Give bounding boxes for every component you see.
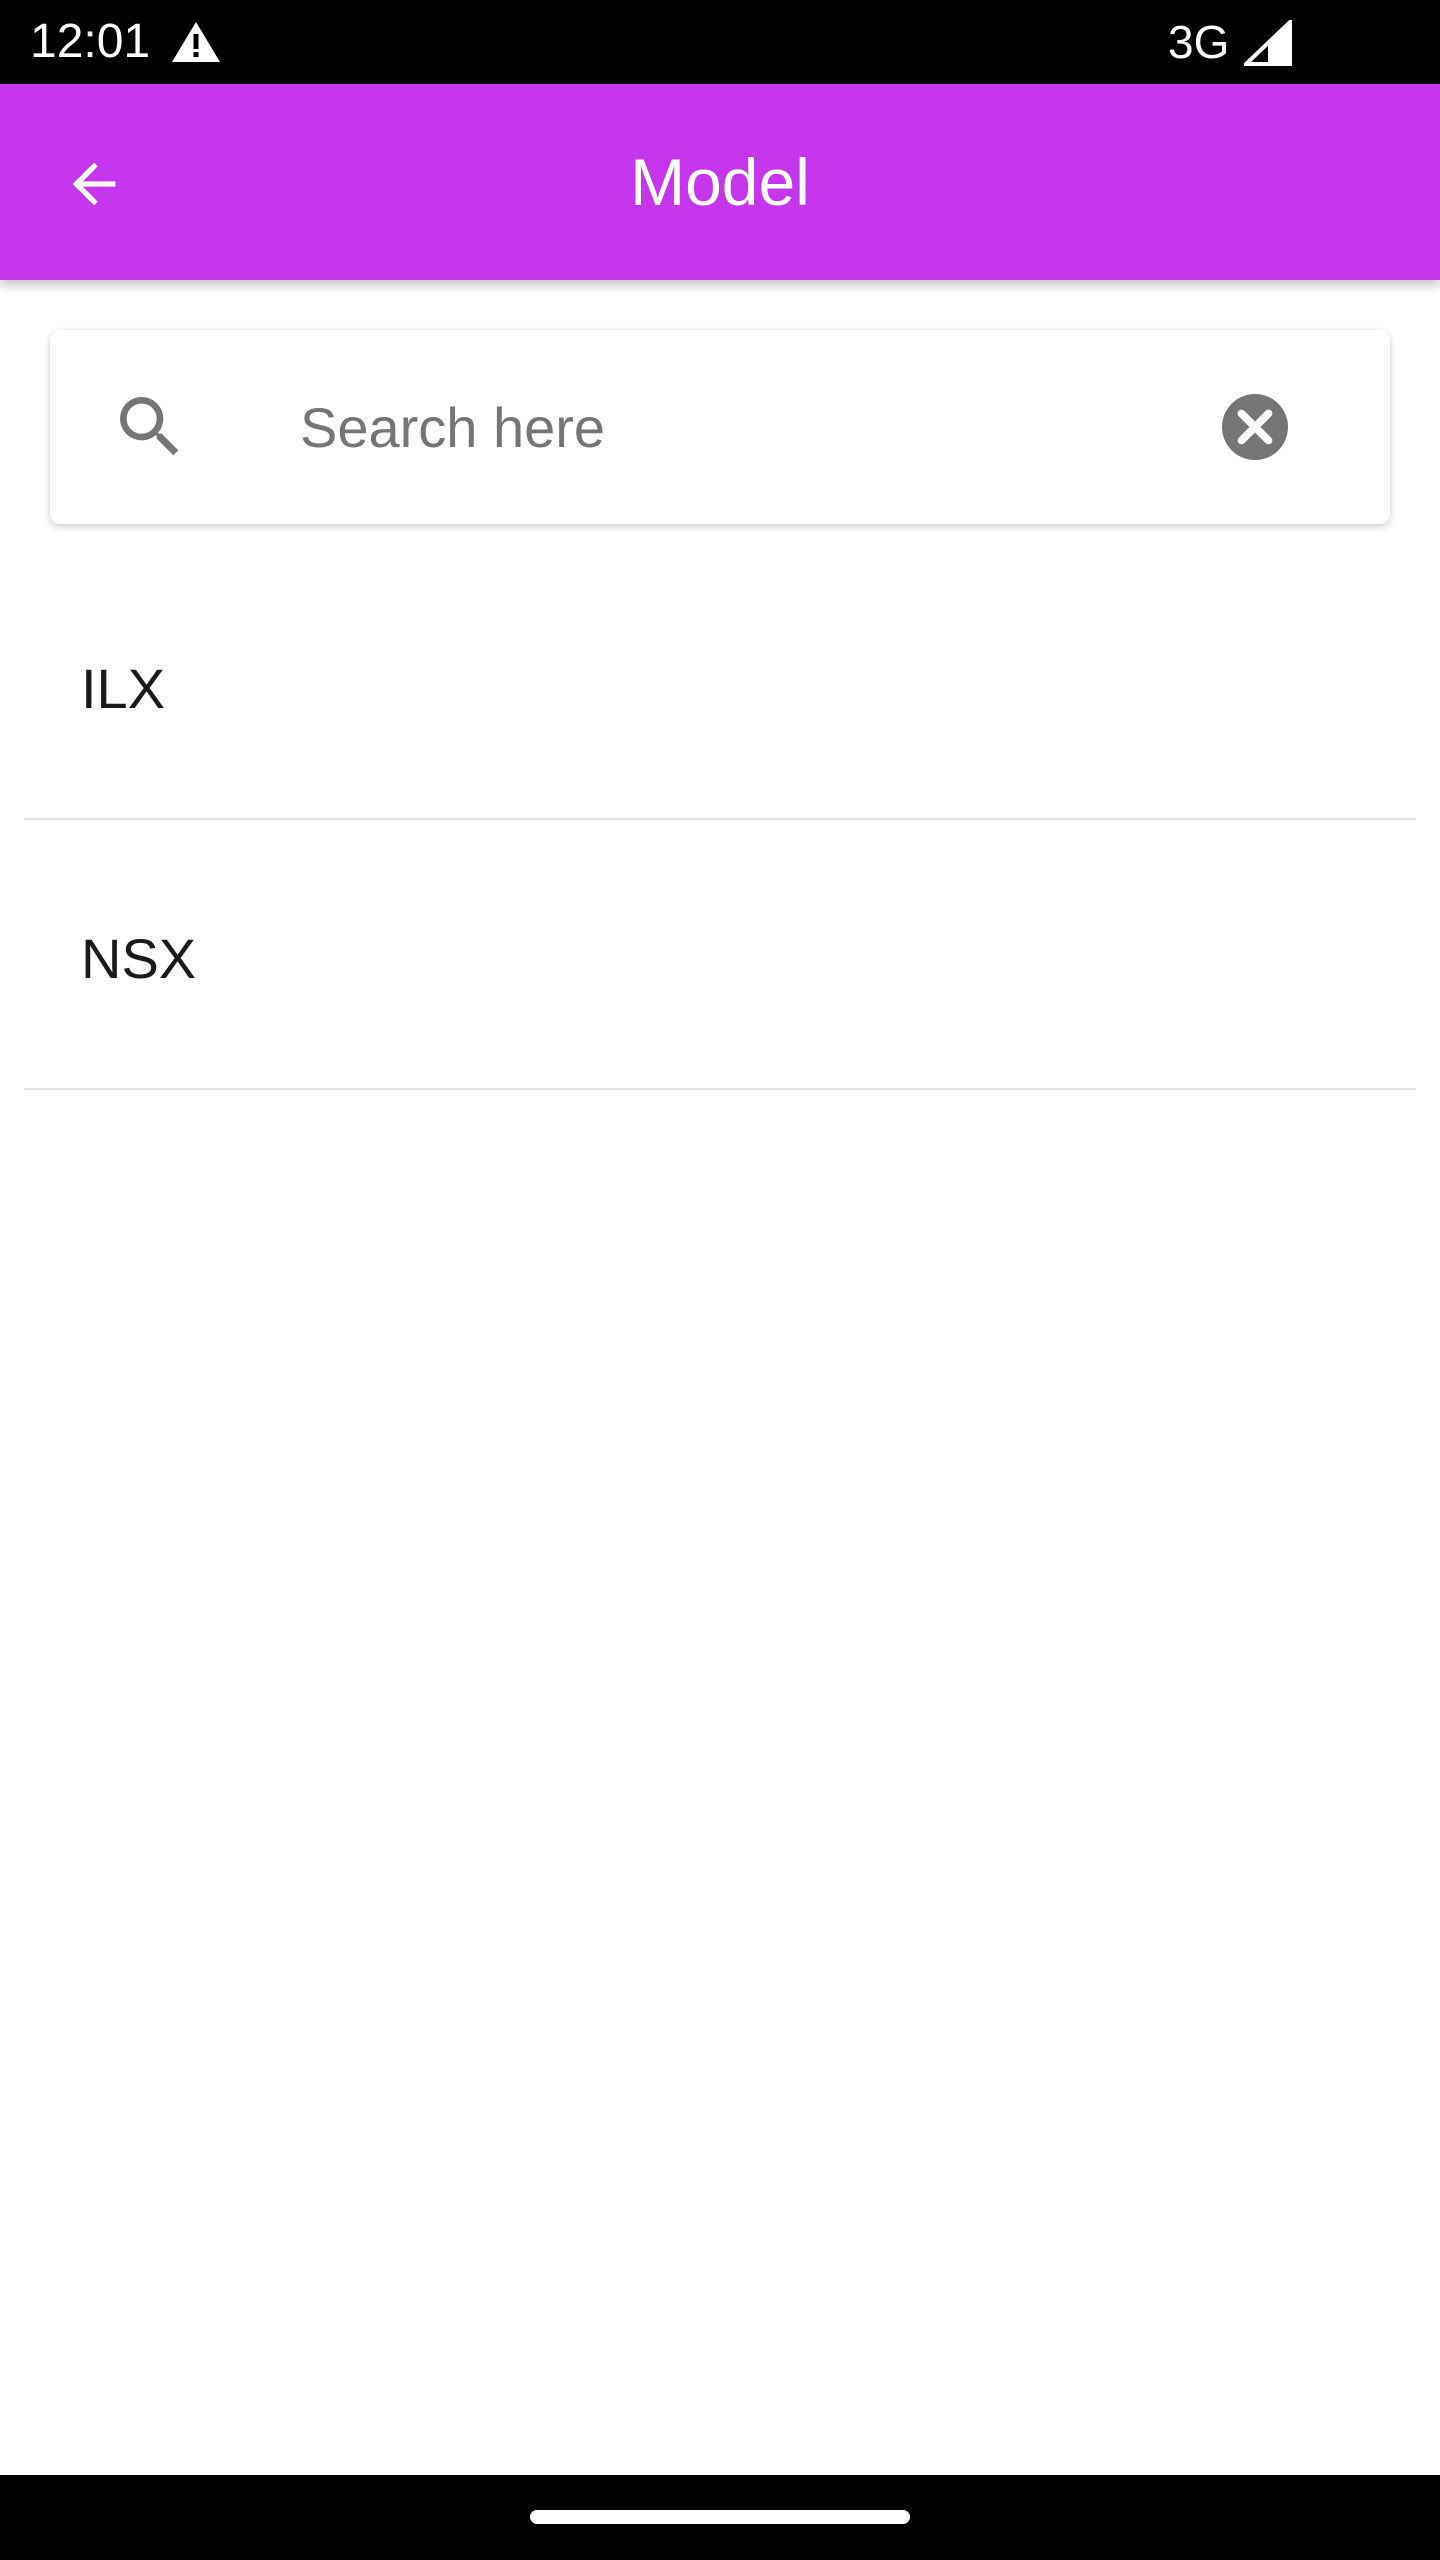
list-item[interactable]: ILX xyxy=(24,550,1416,820)
status-bar: 12:01 3G xyxy=(0,0,1440,84)
back-button[interactable] xyxy=(48,138,140,230)
arrow-back-icon xyxy=(72,162,116,206)
signal-icon xyxy=(1244,20,1292,66)
list-item-label: ILX xyxy=(81,657,166,720)
search-input[interactable] xyxy=(300,377,1200,477)
status-time: 12:01 xyxy=(30,15,151,68)
home-handle[interactable] xyxy=(530,2510,910,2524)
app-bar: Model xyxy=(0,84,1440,280)
list-item-label: NSX xyxy=(81,927,197,990)
navigation-bar xyxy=(0,2475,1440,2560)
list-item[interactable]: NSX xyxy=(24,820,1416,1090)
search-icon xyxy=(120,397,179,456)
warning-icon xyxy=(172,22,220,62)
clear-icon xyxy=(1222,394,1288,460)
search-bar xyxy=(50,330,1390,524)
page-title: Model xyxy=(630,145,810,219)
network-type: 3G xyxy=(1168,16,1230,68)
clear-search-button[interactable] xyxy=(1210,382,1300,472)
model-list: ILX NSX xyxy=(24,550,1416,1090)
